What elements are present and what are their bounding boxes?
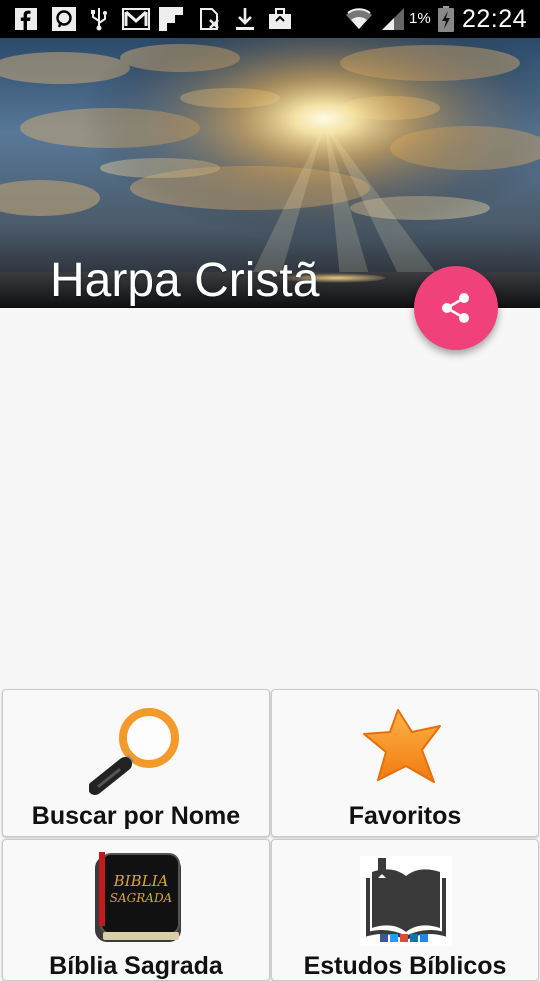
wifi-icon — [345, 7, 373, 31]
magnifier-icon — [88, 704, 185, 801]
briefcase-icon — [267, 7, 293, 31]
star-icon — [360, 704, 450, 799]
favorites-tile[interactable]: Favoritos — [271, 689, 539, 837]
tile-label: Buscar por Nome — [31, 802, 241, 830]
tile-label: Estudos Bíblicos — [303, 952, 507, 980]
download-icon — [233, 7, 257, 31]
facebook-icon — [14, 7, 38, 31]
open-book-icon — [360, 856, 452, 951]
status-bar: 1% 22:24 — [0, 0, 540, 38]
tile-label: Favoritos — [348, 802, 462, 830]
app-title: Harpa Cristã — [50, 254, 320, 307]
signal-icon — [380, 7, 406, 31]
messenger-icon — [51, 7, 77, 31]
battery-percent: 1% — [409, 10, 431, 27]
search-by-name-tile[interactable]: Buscar por Nome — [2, 689, 270, 837]
bible-icon: BIBLIA SAGRADA — [91, 852, 183, 949]
clock: 22:24 — [462, 5, 528, 33]
flipboard-icon — [158, 7, 184, 31]
share-icon — [442, 293, 469, 323]
tile-label: Bíblia Sagrada — [49, 952, 223, 980]
share-button[interactable] — [414, 266, 498, 350]
svg-text:BIBLIA: BIBLIA — [113, 872, 169, 890]
no-sim-icon — [198, 7, 222, 31]
usb-icon — [88, 7, 110, 31]
svg-text:SAGRADA: SAGRADA — [110, 891, 173, 905]
gmail-icon — [122, 7, 150, 31]
battery-charging-icon — [437, 6, 455, 32]
